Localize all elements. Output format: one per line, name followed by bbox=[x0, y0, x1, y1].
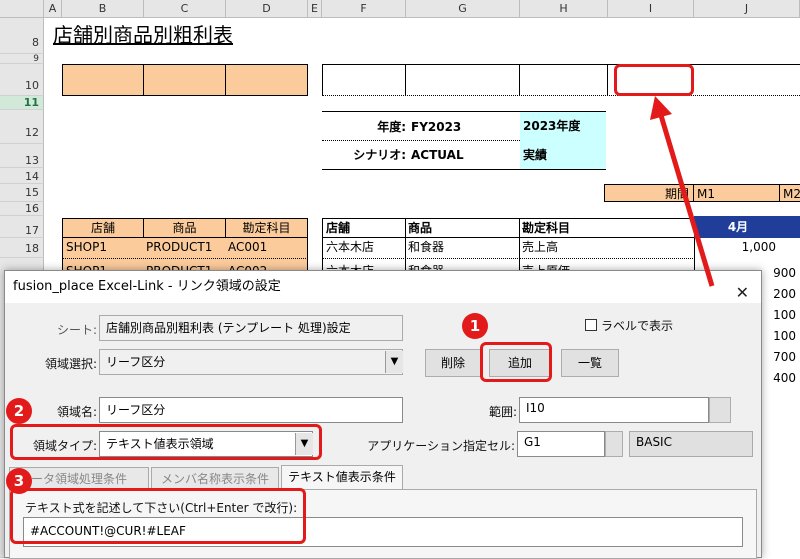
app-cell-label: アプリケーション指定セル: bbox=[367, 439, 515, 453]
cell-d10[interactable] bbox=[225, 64, 308, 96]
cell-g10[interactable] bbox=[405, 64, 520, 96]
badge-2: 2 bbox=[6, 398, 32, 424]
col-header-d[interactable]: D bbox=[226, 0, 308, 18]
left-cell: PRODUCT1 bbox=[143, 238, 226, 258]
col-header-f[interactable]: F bbox=[322, 0, 406, 18]
row-header[interactable]: 18 bbox=[0, 238, 44, 258]
badge-1: 1 bbox=[462, 313, 488, 339]
col-header-c[interactable]: C bbox=[144, 0, 226, 18]
right-header-shop: 店舗 bbox=[322, 218, 406, 238]
range-picker-button[interactable] bbox=[709, 397, 731, 423]
app-name-field: BASIC bbox=[629, 431, 753, 457]
row-header[interactable]: 9 bbox=[0, 54, 44, 64]
right-cell: 六本木店 bbox=[322, 238, 406, 258]
sheet-field: 店舗別商品別粗利表 (テンプレート 処理)設定 bbox=[99, 315, 403, 341]
tab-text-value[interactable]: テキスト値表示条件 bbox=[281, 465, 403, 489]
area-select-dropdown[interactable]: リーフ区分 bbox=[99, 349, 403, 375]
scenario-value: ACTUAL bbox=[411, 148, 464, 162]
sheet-title: 店舗別商品別粗利表 bbox=[53, 23, 233, 47]
row-header[interactable]: 17 bbox=[0, 216, 44, 238]
annotation-add-box bbox=[480, 342, 552, 382]
range-input[interactable]: I10 bbox=[519, 397, 709, 423]
right-header-product: 商品 bbox=[405, 218, 520, 238]
left-cell: SHOP1 bbox=[62, 238, 144, 258]
col-header-j[interactable]: J bbox=[694, 0, 800, 18]
year-desc: 2023年度 bbox=[520, 111, 606, 140]
badge-3: 3 bbox=[6, 468, 32, 494]
row-header[interactable]: 8 bbox=[0, 18, 44, 54]
dialog-title: fusion_place Excel-Link - リンク領域の設定 bbox=[13, 279, 281, 294]
value-cell: 100 bbox=[773, 308, 796, 322]
row-header-selected[interactable]: 11 bbox=[0, 96, 44, 110]
row-header[interactable]: 10 bbox=[0, 64, 44, 96]
row-header[interactable]: 16 bbox=[0, 202, 44, 216]
cell-b10[interactable] bbox=[62, 64, 144, 96]
area-select-label: 領域選択: bbox=[44, 357, 97, 371]
cell-h10[interactable] bbox=[519, 64, 608, 96]
month-header-next bbox=[782, 216, 800, 238]
value-cell: 700 bbox=[773, 350, 796, 364]
scenario-label: シナリオ: bbox=[353, 148, 406, 162]
value-cell: 900 bbox=[773, 266, 796, 280]
left-header-account: 勘定科目 bbox=[225, 218, 308, 238]
row-header[interactable]: 13 bbox=[0, 144, 44, 168]
list-button[interactable]: 一覧 bbox=[561, 349, 619, 377]
col-header-e[interactable]: E bbox=[308, 0, 322, 18]
annotation-area-type-box bbox=[10, 424, 322, 460]
value-cell: 100 bbox=[773, 329, 796, 343]
period-m2: M2 bbox=[780, 184, 800, 202]
col-header-i[interactable]: I bbox=[608, 0, 694, 18]
delete-button[interactable]: 削除 bbox=[425, 349, 481, 377]
tab-member-name[interactable]: メンバ名称表示条件 bbox=[151, 467, 279, 489]
value-cell: 400 bbox=[773, 371, 796, 385]
app-cell-input[interactable]: G1 bbox=[517, 431, 605, 457]
value-cell: 200 bbox=[773, 287, 796, 301]
range-label: 範囲: bbox=[488, 405, 517, 419]
col-header-h[interactable]: H bbox=[520, 0, 608, 18]
left-header-shop: 店舗 bbox=[62, 218, 144, 238]
scenario-desc: 実績 bbox=[520, 140, 606, 170]
year-value: FY2023 bbox=[411, 120, 462, 134]
left-header-product: 商品 bbox=[143, 218, 226, 238]
row-header[interactable]: 12 bbox=[0, 110, 44, 144]
col-header-g[interactable]: G bbox=[406, 0, 520, 18]
area-name-input[interactable]: リーフ区分 bbox=[99, 397, 403, 423]
row-header[interactable]: 15 bbox=[0, 184, 44, 202]
app-cell-picker-button[interactable] bbox=[605, 431, 623, 457]
chevron-down-icon[interactable]: ▼ bbox=[385, 351, 403, 373]
area-select-value: リーフ区分 bbox=[106, 355, 166, 369]
sheet-label: シート: bbox=[56, 323, 97, 337]
col-header-a[interactable]: A bbox=[44, 0, 62, 18]
right-cell: 和食器 bbox=[405, 238, 520, 258]
area-name-label: 領域名: bbox=[56, 405, 97, 419]
year-label: 年度: bbox=[377, 120, 406, 134]
cell-c10[interactable] bbox=[143, 64, 226, 96]
col-header-b[interactable]: B bbox=[62, 0, 144, 18]
close-icon[interactable]: ✕ bbox=[736, 277, 749, 309]
label-checkbox[interactable] bbox=[585, 319, 597, 331]
label-checkbox-text: ラベルで表示 bbox=[601, 319, 674, 333]
select-all-corner[interactable] bbox=[0, 0, 44, 18]
left-cell: AC001 bbox=[225, 238, 308, 258]
param-divider bbox=[322, 140, 520, 141]
annotation-arrow-icon bbox=[650, 96, 715, 287]
cell-f10[interactable] bbox=[322, 64, 406, 96]
annotation-expr-box bbox=[10, 488, 306, 544]
row-header[interactable]: 14 bbox=[0, 168, 44, 184]
